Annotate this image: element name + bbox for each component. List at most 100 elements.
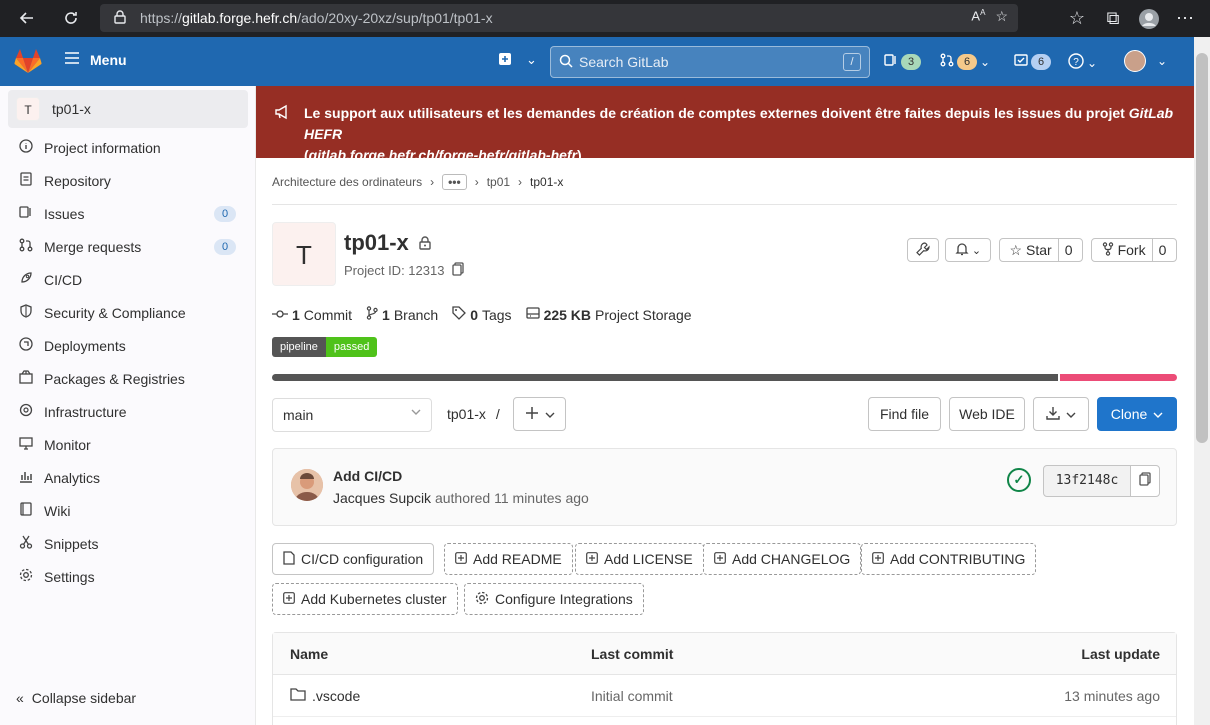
sidebar-item-issues[interactable]: Issues 0	[16, 197, 242, 230]
breadcrumb: Architecture des ordinateurs › ••• › tp0…	[272, 174, 563, 190]
sidebar-item-wiki[interactable]: Wiki	[16, 494, 242, 527]
commit-author[interactable]: Jacques Supcik	[333, 490, 431, 506]
new-dropdown[interactable]: ⌄	[498, 52, 537, 69]
clone-button[interactable]: Clone	[1097, 397, 1177, 431]
notification-button[interactable]: ⌄	[945, 238, 991, 262]
breadcrumb-more[interactable]: •••	[442, 174, 467, 190]
web-ide-button[interactable]: Web IDE	[949, 397, 1025, 431]
branch-select[interactable]: main	[272, 398, 432, 432]
add-changelog-button[interactable]: Add CHANGELOG	[703, 543, 862, 575]
favorites-icon[interactable]: ☆	[1062, 4, 1092, 34]
menu-button[interactable]: Menu	[64, 51, 127, 68]
commits-stat[interactable]: 1 Commit	[272, 307, 352, 323]
read-aloud-icon[interactable]: AA	[971, 8, 985, 25]
sidebar-item-label: Security & Compliance	[44, 304, 186, 321]
add-kubernetes-cluster-button[interactable]: Add Kubernetes cluster	[272, 583, 458, 615]
table-row[interactable]: .vscode Initial commit 13 minutes ago	[273, 675, 1176, 717]
add-contributing-button[interactable]: Add CONTRIBUTING	[861, 543, 1037, 575]
ci-cd-configuration-button[interactable]: CI/CD configuration	[272, 543, 435, 575]
avatar[interactable]	[291, 469, 323, 501]
search-input[interactable]: Search GitLab /	[550, 46, 870, 78]
sidebar-item-repository[interactable]: Repository	[16, 164, 242, 197]
table-header: Name Last commit Last update	[273, 633, 1176, 675]
reload-icon[interactable]	[56, 3, 86, 33]
lock-icon	[114, 9, 126, 27]
add-readme-button[interactable]: Add README	[444, 543, 573, 575]
collections-icon[interactable]: ⧉	[1098, 4, 1128, 34]
breadcrumb-subgroup[interactable]: tp01	[487, 175, 510, 189]
todos-count: 6	[1031, 53, 1051, 70]
todos-button[interactable]: 6	[1014, 53, 1051, 70]
issues-button[interactable]: 3	[884, 53, 921, 70]
merge-requests-button[interactable]: 6 ⌄	[940, 53, 990, 70]
language-segment	[272, 374, 1058, 381]
language-bar[interactable]	[272, 374, 1177, 381]
plus-square-icon	[283, 591, 295, 607]
sidebar-item-analytics[interactable]: Analytics	[16, 461, 242, 494]
clone-label: Clone	[1110, 406, 1148, 422]
sidebar-item-settings[interactable]: Settings	[16, 560, 242, 593]
commit-title[interactable]: Add CI/CD	[333, 468, 402, 484]
add-to-tree-button[interactable]	[513, 397, 566, 431]
commits-label: Commit	[303, 306, 353, 323]
commit-sha[interactable]: 13f2148c	[1043, 465, 1131, 497]
page-scrollbar[interactable]	[1194, 37, 1210, 725]
copy-icon[interactable]	[452, 262, 465, 279]
more-icon[interactable]: ⋯	[1170, 4, 1200, 34]
sidebar-item-project-information[interactable]: Project information	[16, 131, 242, 164]
sidebar-item-security[interactable]: Security & Compliance	[16, 296, 242, 329]
sidebar-item-packages[interactable]: Packages & Registries	[16, 362, 242, 395]
pipeline-badge-status: passed	[325, 337, 378, 357]
collapse-sidebar-button[interactable]: « Collapse sidebar	[16, 690, 136, 706]
plus-square-icon	[872, 551, 884, 567]
browser-toolbar: https://gitlab.forge.hefr.ch/ado/20xy-20…	[0, 0, 1210, 37]
sidebar-item-snippets[interactable]: Snippets	[16, 527, 242, 560]
sidebar-item-infrastructure[interactable]: Infrastructure	[16, 395, 242, 428]
star-button[interactable]: ☆ Star 0	[999, 238, 1083, 262]
configure-integrations-button[interactable]: Configure Integrations	[464, 583, 644, 615]
gitlab-logo-icon[interactable]	[14, 48, 42, 77]
storage-icon	[525, 306, 540, 323]
profile-icon[interactable]	[1134, 4, 1164, 34]
breadcrumb-group[interactable]: Architecture des ordinateurs	[272, 175, 422, 189]
find-file-button[interactable]: Find file	[868, 397, 941, 431]
sidebar-item-merge-requests[interactable]: Merge requests 0	[16, 230, 242, 263]
help-button[interactable]: ? ⌄	[1068, 53, 1097, 72]
megaphone-icon	[274, 104, 290, 123]
tags-stat[interactable]: 0 Tags	[452, 306, 512, 323]
sidebar-project-name: tp01-x	[52, 101, 91, 117]
file-name-cell[interactable]: .vscode	[290, 687, 360, 704]
back-icon[interactable]	[12, 3, 42, 33]
chevron-down-icon: ⌄	[980, 54, 991, 69]
breadcrumb-current[interactable]: tp01-x	[530, 175, 563, 189]
project-id: Project ID: 12313	[344, 262, 465, 279]
column-header-name: Name	[290, 645, 329, 662]
commit-meta: Jacques Supcik authored 11 minutes ago	[333, 490, 589, 506]
copy-sha-button[interactable]	[1130, 465, 1160, 497]
action-label: Add CONTRIBUTING	[890, 551, 1026, 567]
fork-button[interactable]: Fork 0	[1091, 238, 1177, 262]
scrollbar-thumb[interactable]	[1196, 53, 1208, 443]
sidebar-item-monitor[interactable]: Monitor	[16, 428, 242, 461]
download-button[interactable]	[1033, 397, 1089, 431]
address-bar[interactable]: https://gitlab.forge.hefr.ch/ado/20xy-20…	[100, 4, 1018, 32]
storage-stat[interactable]: 225 KB Project Storage	[525, 306, 692, 323]
add-license-button[interactable]: Add LICENSE	[575, 543, 704, 575]
chevron-right-icon: ›	[518, 175, 523, 189]
file-last-commit[interactable]: Initial commit	[591, 688, 673, 704]
banner-link[interactable]: gitlab.forge.hefr.ch/forge-hefr/gitlab-h…	[309, 147, 577, 163]
settings-wrench-button[interactable]	[907, 238, 939, 262]
commits-count: 1	[292, 306, 300, 323]
issues-icon	[884, 53, 898, 70]
pipeline-badge[interactable]: pipeline passed	[272, 337, 378, 357]
chevron-down-icon: ⌄	[971, 244, 982, 257]
sidebar-item-deployments[interactable]: Deployments	[16, 329, 242, 362]
add-favorite-icon[interactable]: ☆	[995, 8, 1008, 25]
pipeline-status-icon[interactable]: ✓	[1007, 468, 1031, 492]
sidebar-item-ci-cd[interactable]: CI/CD	[16, 263, 242, 296]
sidebar-project[interactable]: T tp01-x	[8, 90, 248, 128]
user-menu[interactable]: ⌄	[1124, 50, 1167, 72]
branches-stat[interactable]: 1 Branch	[366, 306, 438, 323]
repo-path-root[interactable]: tp01-x	[447, 406, 486, 422]
doc-icon	[283, 550, 295, 568]
